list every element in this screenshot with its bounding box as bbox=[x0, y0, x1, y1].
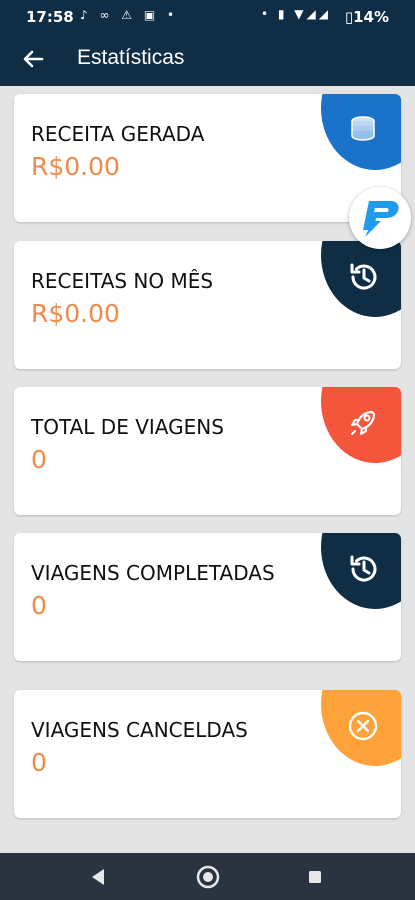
nav-recents-icon[interactable] bbox=[301, 863, 329, 891]
cancel-icon bbox=[348, 711, 378, 741]
back-arrow-icon[interactable] bbox=[18, 44, 48, 74]
rocket-icon bbox=[351, 410, 376, 435]
system-nav-bar bbox=[0, 853, 415, 900]
history-icon bbox=[350, 263, 377, 290]
stat-card-viagens-completadas[interactable]: VIAGENS COMPLETADAS 0 bbox=[14, 533, 401, 661]
battery-value: 14% bbox=[353, 8, 389, 26]
status-time: 17:58 bbox=[26, 8, 74, 26]
stat-label: VIAGENS COMPLETADAS bbox=[31, 561, 275, 585]
stat-label: VIAGENS CANCELDAS bbox=[31, 718, 248, 742]
history-icon bbox=[350, 555, 377, 582]
signal-icons: • ▮ ▼◢◢ bbox=[261, 7, 331, 21]
app-logo-icon bbox=[363, 201, 399, 237]
stat-card-total-viagens[interactable]: TOTAL DE VIAGENS 0 bbox=[14, 387, 401, 515]
coins-icon bbox=[351, 116, 375, 141]
stat-label: TOTAL DE VIAGENS bbox=[31, 415, 224, 439]
stat-card-viagens-canceldas[interactable]: VIAGENS CANCELDAS 0 bbox=[14, 690, 401, 818]
stat-card-receitas-mes[interactable]: RECEITAS NO MÊS R$0.00 bbox=[14, 241, 401, 369]
stat-value: R$0.00 bbox=[31, 152, 120, 181]
stat-value: 0 bbox=[31, 591, 47, 620]
status-bar: 17:58 ♪ ∞ ⚠ ▣ • • ▮ ▼◢◢ ▯14% bbox=[0, 0, 415, 32]
stat-label: RECEITA GERADA bbox=[31, 122, 205, 146]
battery-icon: ▯ bbox=[344, 8, 354, 26]
stat-label: RECEITAS NO MÊS bbox=[31, 269, 214, 293]
notification-icons: ♪ ∞ ⚠ ▣ • bbox=[80, 8, 179, 22]
stat-card-receita-gerada[interactable]: RECEITA GERADA R$0.00 bbox=[14, 94, 401, 222]
stat-value: 0 bbox=[31, 748, 47, 777]
floating-app-logo-button[interactable] bbox=[349, 187, 411, 249]
nav-home-icon[interactable] bbox=[194, 863, 222, 891]
battery-percent: ▯14% bbox=[345, 8, 389, 26]
page-title: Estatísticas bbox=[77, 46, 185, 69]
app-bar: Estatísticas bbox=[0, 32, 415, 86]
stat-value: 0 bbox=[31, 445, 47, 474]
nav-back-icon[interactable] bbox=[84, 863, 112, 891]
stat-value: R$0.00 bbox=[31, 299, 120, 328]
